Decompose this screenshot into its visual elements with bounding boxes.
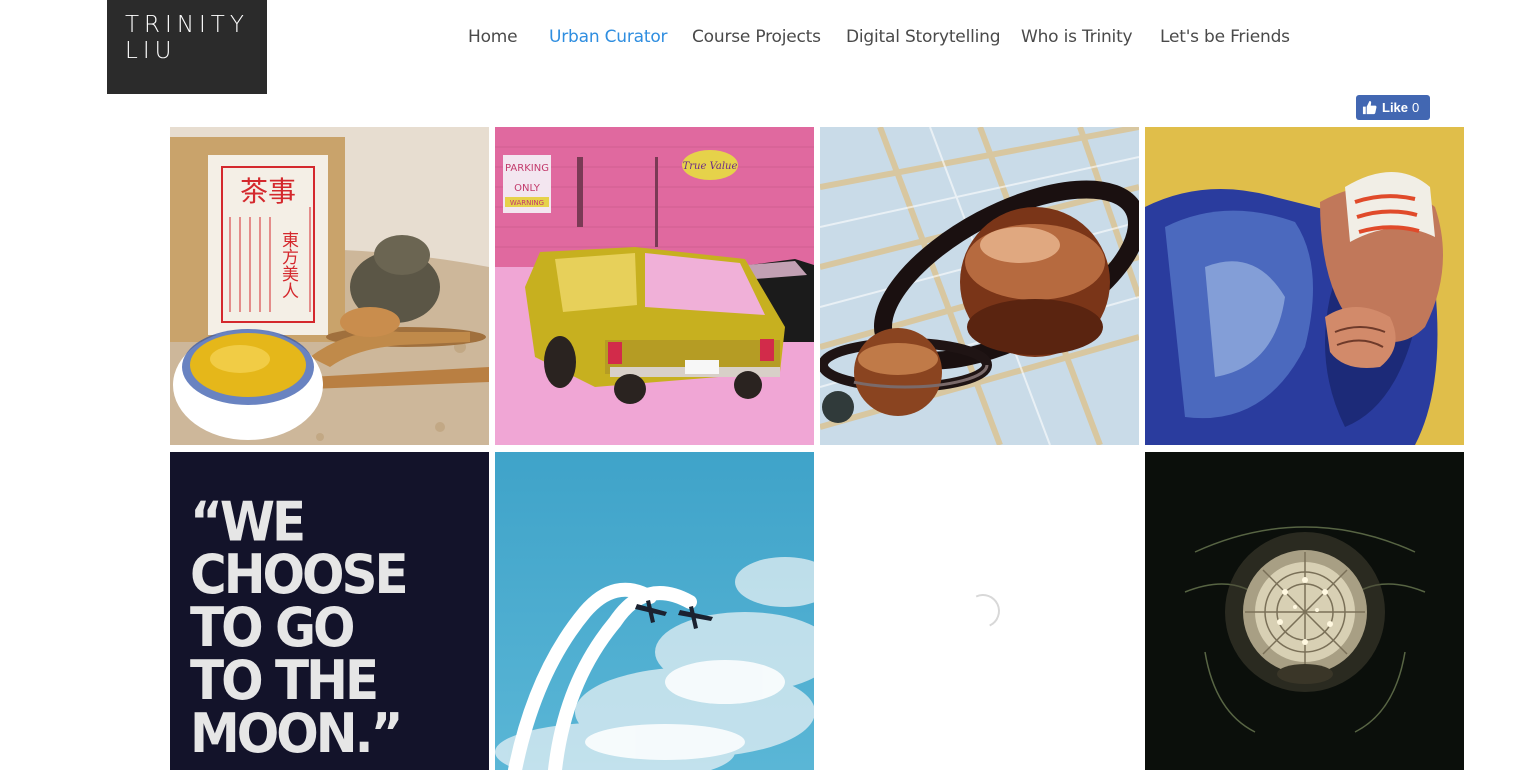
nav-item-home[interactable]: Home bbox=[468, 27, 518, 47]
logo-line-1: TRINITY bbox=[125, 12, 249, 38]
gallery-photo-car[interactable]: PARKING ONLY WARNING True Value bbox=[495, 127, 814, 445]
parking-sign-warning: WARNING bbox=[510, 199, 544, 207]
nav-item-digital-storytelling[interactable]: Digital Storytelling bbox=[846, 27, 1001, 47]
tea-box-sublabel: 東方美人 bbox=[278, 231, 299, 299]
moon-quote-line: TO GO bbox=[190, 596, 356, 660]
gallery-photo-chandelier[interactable] bbox=[1145, 452, 1464, 770]
nav-item-course-projects[interactable]: Course Projects bbox=[692, 27, 821, 47]
gallery-photo-painting[interactable] bbox=[1145, 127, 1464, 445]
nav-item-who-is-trinity[interactable]: Who is Trinity bbox=[1021, 27, 1133, 47]
gallery-photo-planets[interactable] bbox=[820, 127, 1139, 445]
parking-sign-text: PARKING bbox=[505, 163, 549, 174]
facebook-like-count: 0 bbox=[1412, 100, 1420, 115]
facebook-like-button[interactable]: Like 0 bbox=[1356, 95, 1430, 120]
tea-box-label: 茶事 bbox=[240, 175, 296, 208]
moon-quote-line: “WE bbox=[190, 490, 306, 554]
loading-spinner-icon bbox=[961, 589, 1005, 633]
gallery-photo-loading[interactable] bbox=[820, 452, 1139, 770]
parking-sign-only: ONLY bbox=[514, 183, 541, 194]
moon-quote-text: “WE CHOOSE TO GO TO THE MOON.” bbox=[190, 490, 409, 765]
true-value-sign: True Value bbox=[683, 161, 738, 172]
tea-photo-image: 茶事 東方美人 bbox=[170, 127, 489, 445]
gallery-photo-tea[interactable]: 茶事 東方美人 bbox=[170, 127, 489, 445]
moon-quote-line: CHOOSE bbox=[190, 543, 409, 607]
airshow-photo-image bbox=[495, 452, 814, 770]
moon-quote-line: MOON.” bbox=[190, 702, 403, 765]
painting-photo-image bbox=[1145, 127, 1464, 445]
gallery-photo-airshow[interactable] bbox=[495, 452, 814, 770]
car-photo-image: PARKING ONLY WARNING True Value bbox=[495, 127, 814, 445]
facebook-like-label: Like bbox=[1382, 100, 1409, 115]
nav-item-lets-be-friends[interactable]: Let's be Friends bbox=[1160, 27, 1290, 47]
thumbs-up-icon bbox=[1362, 100, 1377, 115]
gallery-photo-moon-quote[interactable]: “WE CHOOSE TO GO TO THE MOON.” bbox=[170, 452, 489, 770]
site-logo[interactable]: TRINITY LIU bbox=[107, 0, 267, 94]
logo-line-2: LIU bbox=[125, 38, 177, 64]
chandelier-photo-image bbox=[1145, 452, 1464, 770]
moon-quote-line: TO THE bbox=[190, 649, 379, 712]
nav-item-urban-curator[interactable]: Urban Curator bbox=[549, 27, 668, 47]
planets-photo-image bbox=[820, 127, 1139, 445]
